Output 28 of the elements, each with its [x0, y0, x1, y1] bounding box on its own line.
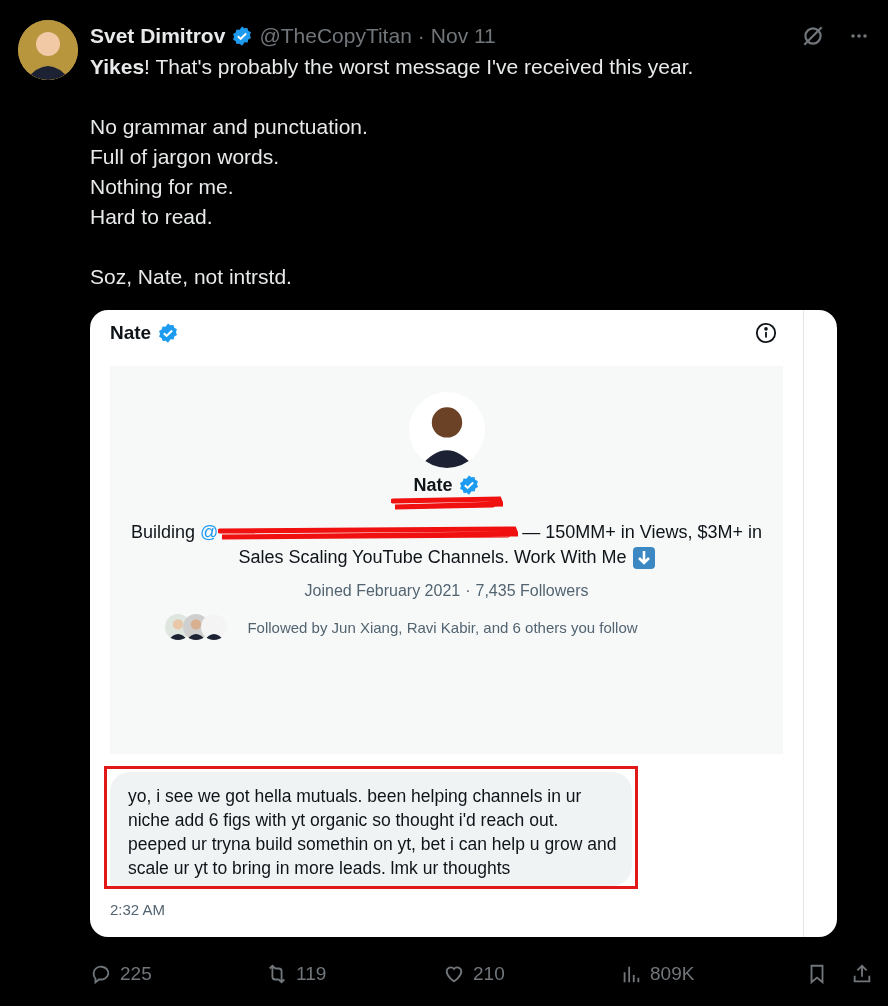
follower-count: 7,435 Followers	[475, 582, 589, 600]
author-name[interactable]: Svet Dimitrov	[90, 24, 226, 48]
bio-text: Building	[130, 521, 195, 544]
like-button[interactable]: 210	[443, 963, 620, 985]
repost-icon	[266, 963, 288, 985]
author-handle[interactable]: @TheCopyTitan	[259, 24, 412, 48]
bio-text: — 150MM+ in Views, $3M+ in	[522, 521, 763, 544]
views-button[interactable]: 809K	[620, 963, 806, 985]
separator: ·	[417, 24, 425, 48]
message-bubble: yo, i see we got hella mutuals. been helping channels in ur niche add 6 figs with yt organic so thought i'd reach out. peeped ur tryna build somethin on yt, bet i can help u grow and scale ur yt to bring in more leads. lmk ur thoughts	[110, 772, 632, 886]
post-date[interactable]: Nov 11	[430, 24, 496, 48]
share-icon	[851, 963, 873, 985]
chat-contact-name: Nate	[110, 322, 152, 344]
separator: ·	[465, 582, 471, 600]
profile-name: Nate	[413, 474, 453, 496]
reply-icon	[90, 963, 112, 985]
joined-date: Joined February 2021	[304, 582, 461, 600]
mention-link[interactable]: @	[200, 520, 219, 545]
info-icon[interactable]	[755, 322, 777, 344]
message-time: 2:32 AM	[110, 901, 167, 918]
reply-button[interactable]: 225	[90, 963, 266, 985]
post-text: Soz, Nate, not intrstd.	[90, 264, 293, 290]
post-text: No grammar and punctuation. Full of jargon words. Nothing for me. Hard to read.	[90, 114, 369, 230]
repost-button[interactable]: 119	[266, 963, 443, 985]
followed-by-text: Followed by Jun Xiang, Ravi Kabir, and 6 others you follow	[247, 618, 638, 636]
heart-icon	[443, 963, 465, 985]
bio-text: Sales Scaling YouTube Channels. Work With Me	[238, 546, 627, 569]
post-text: Yikes! That's probably the worst message I've received this year.	[90, 54, 695, 80]
